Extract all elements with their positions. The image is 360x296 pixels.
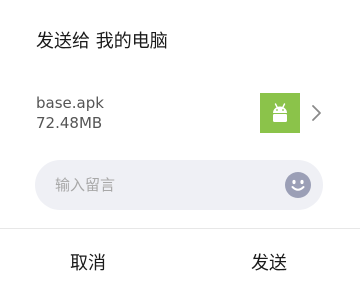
send-button[interactable]: 发送 <box>209 240 329 284</box>
send-dialog: 发送给 我的电脑 base.apk 72.48MB 输入留言 取消 发送 <box>0 0 360 296</box>
cancel-button[interactable]: 取消 <box>28 240 148 284</box>
message-input[interactable] <box>55 160 275 210</box>
file-row[interactable]: base.apk 72.48MB <box>36 93 324 137</box>
smiley-icon[interactable] <box>284 171 312 199</box>
file-name: base.apk <box>36 94 104 112</box>
divider <box>0 228 360 229</box>
android-icon[interactable] <box>260 93 300 133</box>
message-box <box>35 160 323 210</box>
dialog-title: 发送给 我的电脑 <box>36 31 168 52</box>
chevron-right-icon[interactable] <box>310 104 324 122</box>
file-size: 72.48MB <box>36 114 103 132</box>
